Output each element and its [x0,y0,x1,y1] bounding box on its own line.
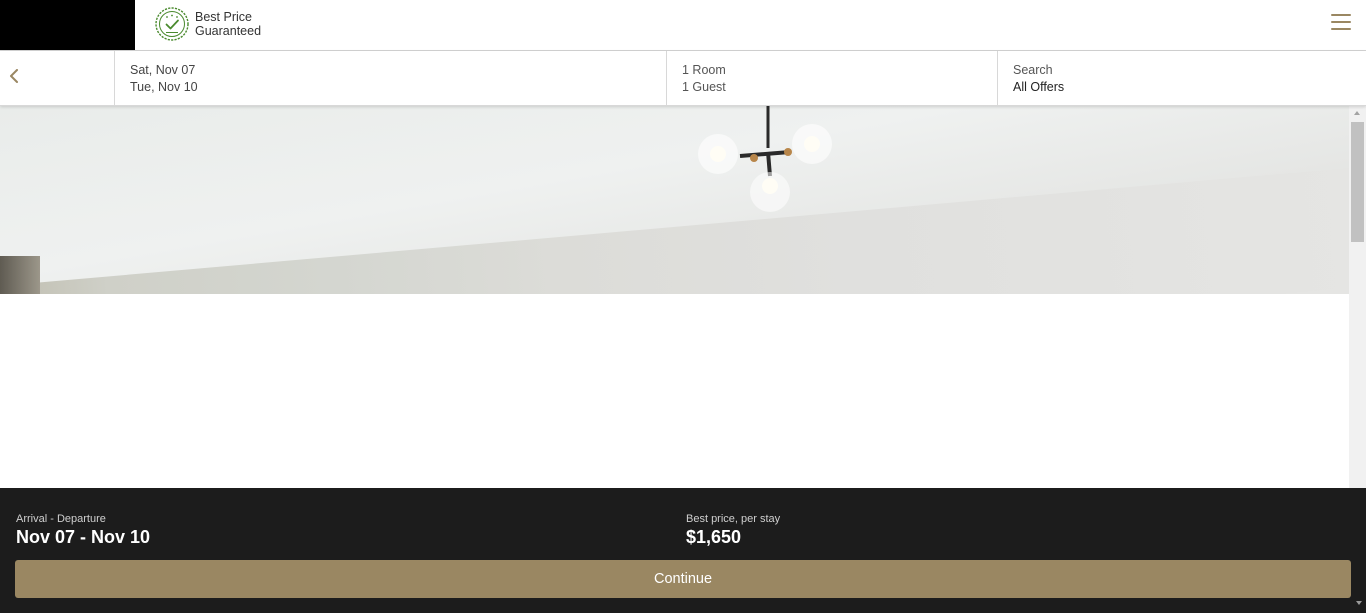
hamburger-menu-icon[interactable] [1331,14,1351,34]
dates-label: Arrival - Departure [16,513,106,525]
search-label: Search [1013,63,1053,77]
departure-date: Tue, Nov 10 [130,80,198,94]
scrollbar-thumb[interactable] [1351,122,1364,242]
scroll-down-arrow-icon[interactable] [1356,601,1362,605]
back-button[interactable] [0,51,115,106]
badge-line-2: Guaranteed [195,24,262,38]
chandelier-image [698,106,832,212]
continue-button[interactable]: Continue [15,560,1351,598]
offers-search-selector[interactable]: Search All Offers [998,51,1366,106]
top-header: Best Price Guaranteed [0,0,1366,51]
best-price-badge-icon [154,6,190,42]
content-area [0,294,1349,488]
hero-curtain [0,256,40,294]
room-hero-image [0,106,1349,294]
booking-summary-footer: Arrival - Departure Nov 07 - Nov 10 Best… [0,488,1366,613]
chevron-left-icon [10,69,18,83]
dates-selector[interactable]: Sat, Nov 07 Tue, Nov 10 [115,51,667,106]
price-value: $1,650 [686,527,742,547]
dates-value: Nov 07 - Nov 10 [16,527,151,547]
arrival-date: Sat, Nov 07 [130,63,196,77]
best-price-text: Best Price Guaranteed [195,10,261,38]
guests-count: 1 Guest [682,80,726,94]
rooms-count: 1 Room [682,63,726,77]
offers-value: All Offers [1013,80,1065,94]
hotel-logo[interactable] [0,0,135,50]
price-label: Best price, per stay [686,513,781,525]
booking-search-bar: Sat, Nov 07 Tue, Nov 10 1 Room 1 Guest S… [0,51,1366,106]
scroll-up-arrow-icon[interactable] [1354,111,1360,115]
badge-line-1: Best Price [195,10,252,24]
rooms-guests-selector[interactable]: 1 Room 1 Guest [667,51,998,106]
